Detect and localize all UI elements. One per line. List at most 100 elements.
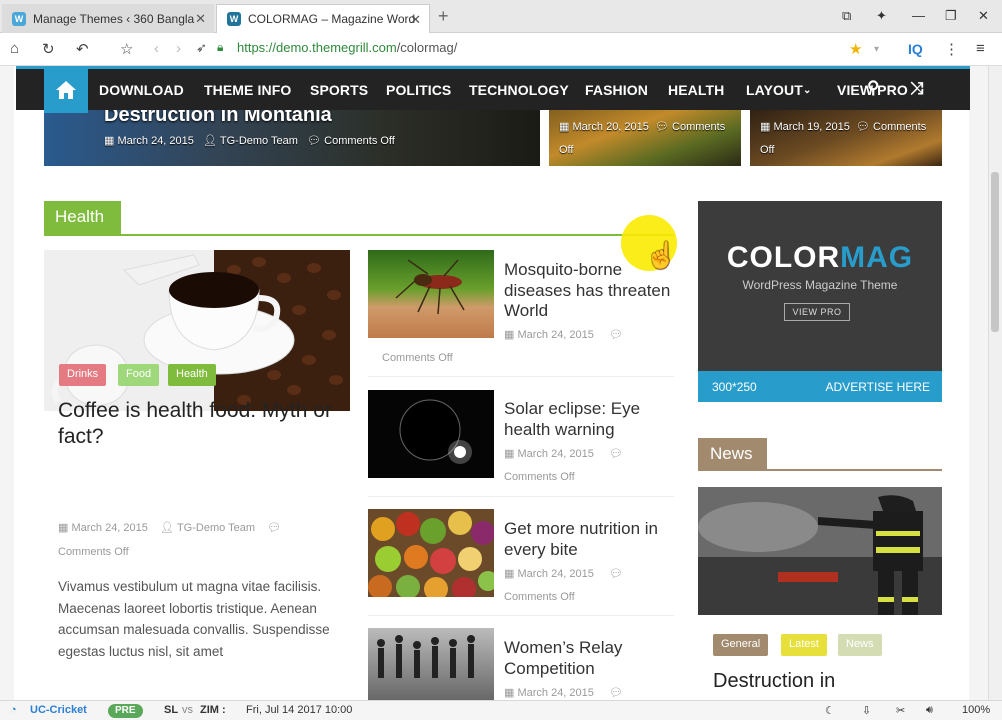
download-icon[interactable]: ⇩ <box>862 704 871 717</box>
post-title[interactable]: Solar eclipse: Eye health warning <box>504 399 674 440</box>
nav-politics[interactable]: POLITICS <box>386 82 451 98</box>
post-author[interactable]: TG-Demo Team <box>177 522 255 534</box>
section-title-news[interactable]: News <box>698 438 767 471</box>
tag-news[interactable]: News <box>838 634 882 656</box>
post-title[interactable]: Women’s Relay Competition <box>504 638 674 679</box>
bookmark-star-icon[interactable]: ☆ <box>120 40 133 58</box>
nav-technology[interactable]: TECHNOLOGY <box>469 82 569 98</box>
nav-download[interactable]: DOWNLOAD <box>99 82 184 98</box>
featured-post-image[interactable] <box>44 250 350 411</box>
wordpress-favicon-icon: W <box>12 11 26 26</box>
menu-dots-icon[interactable]: ⋮ <box>944 40 959 58</box>
post-thumbnail-fruits[interactable] <box>368 509 494 597</box>
featured-post-meta: ▦ March 24, 2015 👤︎ TG-Demo Team 💬︎ <box>58 521 281 534</box>
restore-icon[interactable]: ❐ <box>945 8 957 24</box>
hero-comments[interactable]: Comments <box>672 121 725 133</box>
minimize-icon[interactable]: — <box>912 8 925 23</box>
tab-colormag[interactable]: W COLORMAG – Magazine Word ✕ <box>216 4 430 33</box>
calendar-icon: ▦ <box>760 121 774 133</box>
nav-fashion[interactable]: FASHION <box>585 82 648 98</box>
scrollbar[interactable] <box>988 66 1002 700</box>
wordpress-favicon-icon: W <box>227 12 241 26</box>
forward-icon[interactable]: › <box>176 40 181 57</box>
rocket-icon[interactable]: ➶ <box>196 40 207 56</box>
night-mode-icon[interactable]: ☾ <box>825 704 835 717</box>
close-tab-icon[interactable]: ✕ <box>195 11 206 27</box>
nav-sports[interactable]: SPORTS <box>310 82 368 98</box>
calendar-icon: ▦ <box>504 329 518 341</box>
scrollbar-thumb[interactable] <box>991 172 999 332</box>
hero-comments-wrap[interactable]: Off <box>760 144 774 156</box>
close-tab-icon[interactable]: ✕ <box>410 12 421 28</box>
nav-health[interactable]: HEALTH <box>668 82 724 98</box>
iq-button[interactable]: IQ <box>908 41 923 57</box>
sidebar-menu-icon[interactable]: ≡ <box>976 40 985 57</box>
tab-manage-themes[interactable]: W Manage Themes ‹ 360 Bangla ✕ <box>2 4 214 33</box>
post-comments[interactable]: Comments Off <box>504 591 575 603</box>
advertisement-banner[interactable]: COLORMAG WordPress Magazine Theme VIEW P… <box>698 201 942 402</box>
tag-general[interactable]: General <box>713 634 769 656</box>
tag-health[interactable]: Health <box>168 364 216 386</box>
post-thumbnail-mosquito[interactable] <box>368 250 494 338</box>
ad-subtitle: WordPress Magazine Theme <box>742 278 898 292</box>
url-host: https://demo.themegrill.com <box>237 40 397 55</box>
post-date[interactable]: March 24, 2015 <box>517 687 593 699</box>
featured-post-title[interactable]: Coffee is health food: Myth or fact? <box>58 398 343 450</box>
hero-comments[interactable]: Comments <box>873 121 926 133</box>
tag-drinks[interactable]: Drinks <box>59 364 107 386</box>
back-icon[interactable]: ‹ <box>154 40 159 57</box>
post-comments[interactable]: Comments Off <box>504 471 575 483</box>
undo-icon[interactable]: ↶ <box>76 40 89 58</box>
hero-slide-main[interactable]: Destruction in Montania ▦ March 24, 2015… <box>44 104 540 166</box>
favorite-star-icon[interactable]: ★ <box>849 40 862 58</box>
nav-layout[interactable]: LAYOUT <box>746 82 803 98</box>
post-date[interactable]: March 24, 2015 <box>517 448 593 460</box>
search-icon[interactable]: ⚲ <box>867 78 880 98</box>
hero-author[interactable]: TG-Demo Team <box>220 135 298 147</box>
volume-icon[interactable]: 🔊︎ <box>926 704 933 717</box>
post-title[interactable]: Get more nutrition in every bite <box>504 519 674 560</box>
random-post-icon[interactable]: ⤨ <box>910 79 924 99</box>
post-date[interactable]: March 24, 2015 <box>517 329 593 341</box>
hero-comments-wrap[interactable]: Off <box>559 144 573 156</box>
ad-view-pro-button[interactable]: VIEW PRO <box>784 303 850 321</box>
post-thumbnail-eclipse[interactable] <box>368 390 494 478</box>
hero-date[interactable]: March 20, 2015 <box>572 121 648 133</box>
hero-slide-3[interactable]: ▦ March 19, 2015 💬︎ Comments Off <box>750 104 942 166</box>
tab-list-icon[interactable]: ⧉ <box>842 8 851 24</box>
new-tab-button[interactable]: + <box>438 6 449 27</box>
url-path: /colormag/ <box>396 40 458 55</box>
tag-latest[interactable]: Latest <box>781 634 827 656</box>
home-button[interactable] <box>44 66 88 113</box>
tag-food[interactable]: Food <box>118 364 160 386</box>
hero-date[interactable]: March 19, 2015 <box>773 121 849 133</box>
post-comments[interactable]: Comments Off <box>382 352 453 364</box>
post-date[interactable]: March 24, 2015 <box>517 568 593 580</box>
nav-theme-info[interactable]: THEME INFO <box>204 82 291 98</box>
chevron-down-icon[interactable]: ▾ <box>874 44 879 55</box>
reload-icon[interactable]: ↻ <box>42 40 55 58</box>
hero-comments[interactable]: Comments Off <box>324 135 395 147</box>
hero-date[interactable]: March 24, 2015 <box>117 135 193 147</box>
team1: SL <box>164 704 179 716</box>
home-icon[interactable]: ⌂ <box>10 40 19 57</box>
url-field[interactable]: https://demo.themegrill.com/colormag/ <box>237 40 457 55</box>
hero-slide-2[interactable]: ▦ March 20, 2015 💬︎ Comments Off <box>549 104 741 166</box>
news-post-title[interactable]: Destruction in <box>713 670 835 693</box>
post-date[interactable]: March 24, 2015 <box>71 522 147 534</box>
cut-icon[interactable]: ✂ <box>896 704 905 717</box>
advertise-here-link[interactable]: ADVERTISE HERE <box>826 380 930 394</box>
calendar-icon: ▦ <box>504 568 518 580</box>
cricket-label[interactable]: UC-Cricket <box>30 704 87 716</box>
close-window-icon[interactable]: ✕ <box>978 8 989 24</box>
vs-label: vs <box>182 704 193 716</box>
section-title-health[interactable]: Health <box>44 201 121 234</box>
user-icon: 👤︎ <box>160 522 177 534</box>
hero-meta: ▦ March 19, 2015 💬︎ Comments <box>760 120 926 133</box>
coffee-cup-illustration <box>44 250 350 411</box>
post-comments[interactable]: Comments Off <box>58 546 129 558</box>
extension-icon[interactable]: ✦ <box>876 8 887 24</box>
zoom-level[interactable]: 100% <box>962 704 990 716</box>
news-featured-image[interactable] <box>698 487 942 615</box>
post-thumbnail-relay[interactable] <box>368 628 494 700</box>
